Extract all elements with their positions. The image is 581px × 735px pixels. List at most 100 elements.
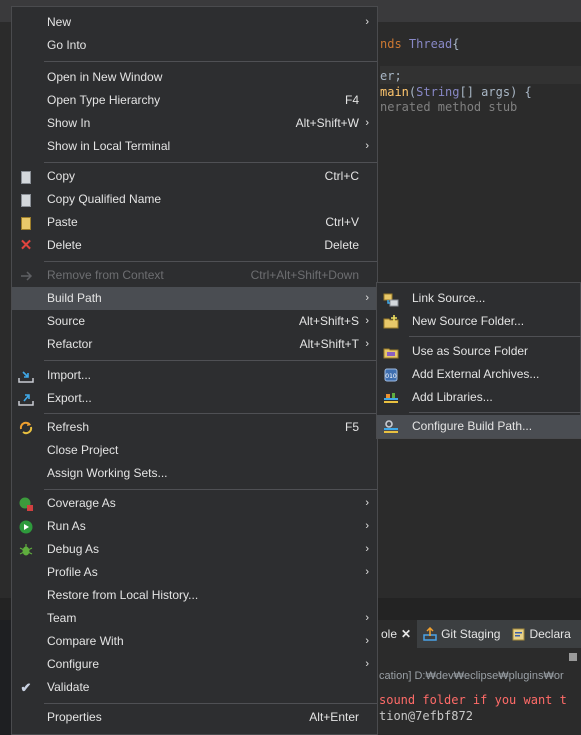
configure-build-path-icon [383, 419, 399, 435]
menu-item-team[interactable]: Team › [12, 607, 377, 630]
menu-item-label: Compare With [47, 634, 124, 648]
menu-item-restore-from-local-history[interactable]: Restore from Local History... [12, 584, 377, 607]
menu-separator [44, 703, 377, 704]
menu-item-shortcut: F4 [344, 93, 359, 107]
menu-item-label: Copy [47, 169, 76, 183]
console-launch-path: cation] D:₩dev₩eclipse₩plugins₩or [375, 666, 581, 686]
menu-item-import[interactable]: Import... [12, 364, 377, 387]
menu-item-shortcut: Ctrl+C [324, 169, 359, 183]
menu-item-export[interactable]: Export... [12, 387, 377, 410]
menu-item-go-into[interactable]: Go Into [12, 34, 377, 57]
menu-item-coverage-as[interactable]: Coverage As › [12, 492, 377, 515]
menu-item-label: Refresh [47, 420, 90, 434]
menu-item-label: Copy Qualified Name [47, 192, 162, 206]
chevron-right-icon: › [365, 658, 369, 670]
menu-item-shortcut: Alt+Shift+T [299, 337, 359, 351]
submenu-item-label: Add External Archives... [412, 367, 540, 381]
submenu-item-label: Add Libraries... [412, 390, 493, 404]
menu-item-label: Assign Working Sets... [47, 466, 168, 480]
menu-item-validate[interactable]: ✔ Validate [12, 676, 377, 699]
code-line-comment: nerated method stub [380, 99, 517, 115]
menu-item-profile-as[interactable]: Profile As › [12, 561, 377, 584]
submenu-item-new-source-folder[interactable]: New Source Folder... [377, 310, 581, 333]
submenu-item-configure-build-path[interactable]: Configure Build Path... [377, 415, 581, 438]
menu-item-build-path[interactable]: Build Path › [12, 287, 377, 310]
menu-item-paste[interactable]: Paste Ctrl+V [12, 211, 377, 234]
tab-declaration[interactable]: Declara [506, 620, 576, 648]
console-error-line: sound folder if you want t [379, 693, 567, 707]
code-args: [] args) { [459, 85, 532, 99]
menu-item-properties[interactable]: Properties Alt+Enter [12, 706, 377, 729]
menu-item-shortcut: Ctrl+V [325, 215, 359, 229]
menu-item-configure[interactable]: Configure › [12, 653, 377, 676]
chevron-right-icon: › [365, 117, 369, 129]
console-tab-bar: ole ✕ Git Staging Declara [375, 620, 581, 648]
paste-icon [18, 215, 34, 231]
menu-item-label: Remove from Context [47, 268, 164, 282]
tab-git-staging[interactable]: Git Staging [417, 620, 506, 648]
copy-qualified-icon [18, 192, 34, 208]
menu-item-label: Configure [47, 657, 100, 671]
code-type: String [416, 85, 460, 99]
chevron-right-icon: › [365, 140, 369, 152]
refresh-icon [18, 420, 34, 436]
submenu-item-link-source[interactable]: Link Source... [377, 287, 581, 310]
coverage-icon [18, 496, 34, 512]
code-line-field: er; [380, 68, 402, 84]
menu-item-run-as[interactable]: Run As › [12, 515, 377, 538]
menu-item-open-type-hierarchy[interactable]: Open Type Hierarchy F4 [12, 89, 377, 112]
menu-item-close-project[interactable]: Close Project [12, 439, 377, 462]
code-type: Thread [408, 37, 453, 51]
chevron-right-icon: › [365, 315, 369, 327]
menu-item-shortcut: Alt+Enter [309, 710, 359, 724]
menu-separator [44, 489, 377, 490]
external-archives-icon: 010 [383, 367, 399, 383]
submenu-item-label: Use as Source Folder [412, 344, 529, 358]
menu-item-assign-working-sets[interactable]: Assign Working Sets... [12, 462, 377, 485]
tab-console[interactable]: ole ✕ [375, 620, 418, 648]
export-icon [18, 391, 34, 407]
menu-separator [409, 336, 581, 337]
menu-separator [409, 412, 581, 413]
submenu-item-use-as-source-folder[interactable]: Use as Source Folder [377, 340, 581, 363]
submenu-item-add-external-archives[interactable]: 010 Add External Archives... [377, 363, 581, 386]
menu-item-source[interactable]: Source Alt+Shift+S › [12, 310, 377, 333]
console-output-line: tion@7efbf872 [379, 709, 473, 723]
terminate-icon[interactable] [569, 653, 577, 661]
menu-item-new[interactable]: New › [12, 11, 377, 34]
menu-item-shortcut: F5 [344, 420, 359, 434]
menu-separator [44, 261, 377, 262]
menu-item-label: Profile As [47, 565, 98, 579]
menu-item-label: Open Type Hierarchy [47, 93, 161, 107]
menu-item-copy[interactable]: Copy Ctrl+C [12, 165, 377, 188]
menu-item-show-in-local-terminal[interactable]: Show in Local Terminal › [12, 135, 377, 158]
remove-context-icon [18, 268, 34, 284]
menu-item-shortcut: Alt+Shift+W [295, 116, 359, 130]
close-icon[interactable]: ✕ [401, 627, 411, 641]
import-icon [18, 368, 34, 384]
code-text: er; [380, 69, 402, 83]
menu-item-refactor[interactable]: Refactor Alt+Shift+T › [12, 333, 377, 356]
menu-item-copy-qualified-name[interactable]: Copy Qualified Name [12, 188, 377, 211]
menu-item-compare-with[interactable]: Compare With › [12, 630, 377, 653]
menu-item-label: Export... [47, 391, 92, 405]
chevron-right-icon: › [365, 497, 369, 509]
menu-item-debug-as[interactable]: Debug As › [12, 538, 377, 561]
menu-item-open-in-new-window[interactable]: Open in New Window [12, 66, 377, 89]
debug-icon [18, 542, 34, 558]
code-method: main [380, 85, 409, 99]
menu-item-label: Team [47, 611, 77, 625]
run-icon [18, 519, 34, 535]
menu-item-label: Debug As [47, 542, 100, 556]
console-output[interactable]: sound folder if you want t tion@7efbf872 [375, 686, 581, 735]
menu-item-label: Show In [47, 116, 91, 130]
chevron-right-icon: › [365, 292, 369, 304]
chevron-right-icon: › [365, 612, 369, 624]
menu-item-refresh[interactable]: Refresh F5 [12, 416, 377, 439]
menu-item-show-in[interactable]: Show In Alt+Shift+W › [12, 112, 377, 135]
chevron-right-icon: › [365, 520, 369, 532]
menu-item-delete[interactable]: ✕ Delete Delete [12, 234, 377, 257]
submenu-item-add-libraries[interactable]: Add Libraries... [377, 386, 581, 409]
menu-item-label: Close Project [47, 443, 119, 457]
chevron-right-icon: › [365, 635, 369, 647]
